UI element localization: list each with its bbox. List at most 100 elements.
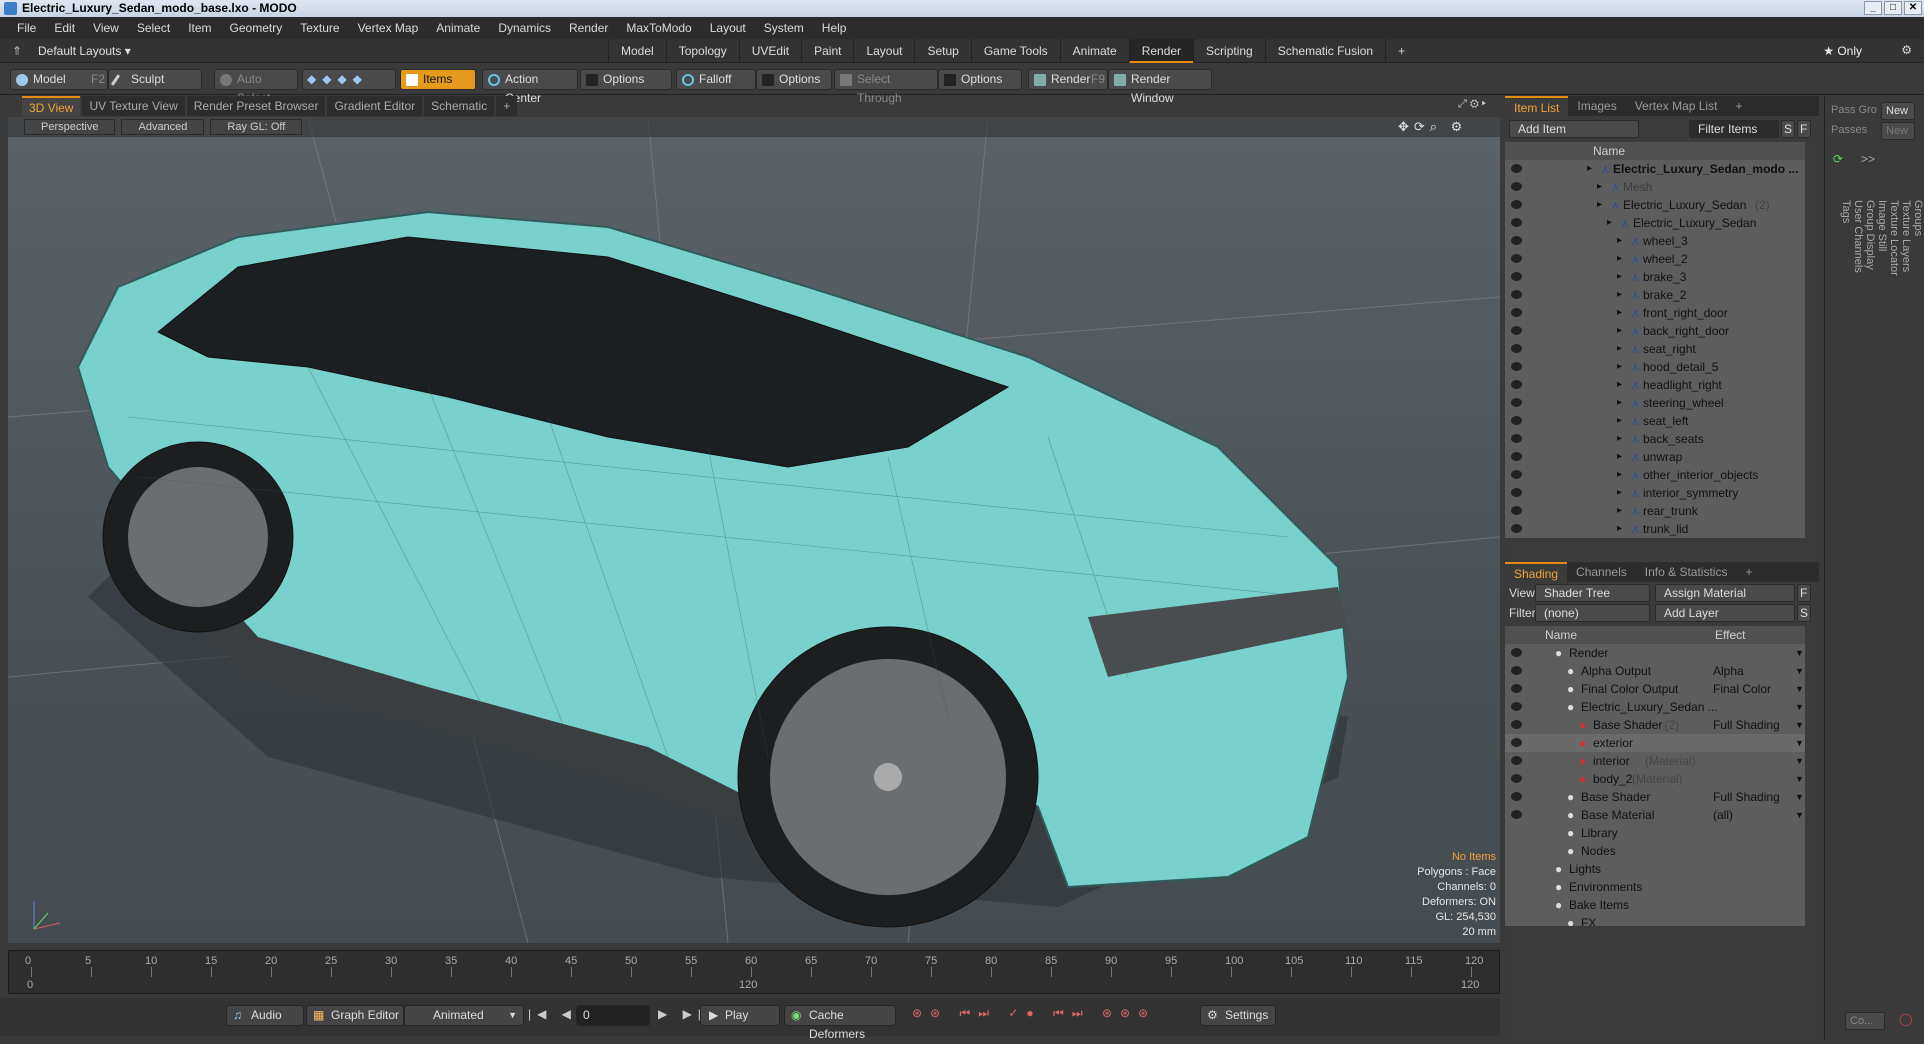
visibility-eye-icon[interactable] [1511,488,1522,497]
sculpt-mode-button[interactable]: Sculpt [108,69,202,90]
shader-tree-row[interactable]: ● Final Color Output Final Color ▼ [1505,680,1805,698]
visibility-eye-icon[interactable] [1511,774,1522,783]
visibility-eye-icon[interactable] [1511,416,1522,425]
key-tools-icons[interactable]: ⊛⊛ ⏮⏭ ✓● ⏮⏭ ⊛⊛⊛ [912,1006,1156,1021]
shader-tree-row[interactable]: ● FX [1505,914,1805,926]
view-dropdown[interactable]: Shader Tree [1535,584,1650,602]
visibility-eye-icon[interactable] [1511,792,1522,801]
item-list-row[interactable]: ▸ ⋏ brake_2 [1505,286,1805,304]
assign-f-button[interactable]: F [1797,584,1811,602]
gear-icon[interactable]: ⚙ [1901,43,1912,57]
visibility-eye-icon[interactable] [1511,380,1522,389]
audio-button[interactable]: ♫ Audio [226,1005,304,1026]
forward-icon[interactable]: >> [1861,152,1875,166]
visibility-eye-icon[interactable] [1511,434,1522,443]
expand-arrow-icon[interactable]: ▸ [1617,304,1622,322]
menu-system[interactable]: System [755,17,813,39]
play-button[interactable]: ▶ Play [700,1005,780,1026]
dropdown-arrow-icon[interactable]: ▼ [1795,662,1804,680]
menu-view[interactable]: View [84,17,128,39]
viewport-tab-gradient-editor[interactable]: Gradient Editor [327,96,423,116]
item-list-row[interactable]: ▸ ⋏ unwrap [1505,448,1805,466]
expand-arrow-icon[interactable]: ▸ [1617,250,1622,268]
visibility-eye-icon[interactable] [1511,164,1522,173]
dropdown-arrow-icon[interactable]: ▼ [1795,788,1804,806]
item-list-row[interactable]: ▸ ⋏ seat_left [1505,412,1805,430]
vertical-tab-tags[interactable]: Tags [1840,200,1852,686]
viewport-tab-uv-texture-view[interactable]: UV Texture View [82,96,185,116]
item-list-row[interactable]: ▸ ⋏ front_right_door [1505,304,1805,322]
visibility-eye-icon[interactable] [1511,218,1522,227]
tab-uvedit[interactable]: UVEdit [738,39,801,63]
filter-dropdown[interactable]: (none) [1535,604,1650,622]
3d-viewport[interactable] [8,117,1500,943]
shader-tree-row[interactable]: ● Base Shader Full Shading ▼ [1505,788,1805,806]
falloff-button[interactable]: Falloff [676,69,756,90]
tab-model[interactable]: Model [608,39,666,63]
shading-tab-channels[interactable]: Channels [1567,562,1636,582]
menu-item[interactable]: Item [179,17,220,39]
expand-arrow-icon[interactable]: ▸ [1597,178,1602,196]
model-mode-button[interactable]: Model F2 [10,69,108,90]
shader-tree-row[interactable]: ● interior (Material) ▼ [1505,752,1805,770]
tab-layout[interactable]: Layout [853,39,914,63]
cache-deformers-button[interactable]: ◉ Cache Deformers [784,1005,896,1041]
item-list-row[interactable]: ▸ ⋏ wheel_2 [1505,250,1805,268]
item-list-row[interactable]: ▸ ⋏ rear_trunk [1505,502,1805,520]
animated-dropdown[interactable]: Animated ▼ [404,1005,524,1026]
items-mode-button[interactable]: Items [400,69,476,90]
close-icon[interactable]: ✕ [1904,1,1922,15]
tab-setup[interactable]: Setup [914,39,970,63]
shading-tab-shading[interactable]: Shading [1505,562,1568,582]
menu-texture[interactable]: Texture [291,17,348,39]
tab-topology[interactable]: Topology [665,39,739,63]
item-tab-vertex-map-list[interactable]: Vertex Map List [1626,96,1727,116]
expand-arrow-icon[interactable]: ▸ [1617,322,1622,340]
selection-mode-group[interactable]: ◆◆◆◆ [302,69,396,90]
dropdown-arrow-icon[interactable]: ▼ [1795,680,1804,698]
shading-tab--[interactable]: + [1736,562,1761,582]
expand-arrow-icon[interactable]: ▸ [1617,520,1622,538]
expand-arrow-icon[interactable]: ▸ [1587,160,1592,178]
item-tab-images[interactable]: Images [1568,96,1625,116]
dropdown-arrow-icon[interactable]: ▼ [1795,698,1804,716]
visibility-eye-icon[interactable] [1511,398,1522,407]
shader-tree-row[interactable]: ● Render ▼ [1505,644,1805,662]
item-list-row[interactable]: ▸ ⋏ back_seats [1505,430,1805,448]
only-toggle[interactable]: ★ Only [1813,43,1872,59]
visibility-eye-icon[interactable] [1511,684,1522,693]
filter-s-button[interactable]: S [1781,120,1795,138]
menu-file[interactable]: File [8,17,45,39]
shader-tree-row[interactable]: ● Base Shader (2) Full Shading ▼ [1505,716,1805,734]
expand-arrow-icon[interactable]: ▸ [1617,430,1622,448]
expand-arrow-icon[interactable]: ▸ [1617,394,1622,412]
item-list-row[interactable]: ▸ ⋏ back_right_door [1505,322,1805,340]
vertical-tab-texture-layers[interactable]: Texture Layers [1900,200,1912,686]
dropdown-arrow-icon[interactable]: ▼ [1795,716,1804,734]
shader-tree-row[interactable]: ● Electric_Luxury_Sedan ... ▼ [1505,698,1805,716]
vertical-tab-image-still[interactable]: Image Still [1876,200,1888,686]
shader-effect[interactable]: Alpha [1713,662,1799,680]
auto-select-button[interactable]: Auto Select [214,69,298,105]
item-list-row[interactable]: ▸ ⋏ headlight_right [1505,376,1805,394]
shader-effect[interactable]: (all) [1713,806,1799,824]
menu-render[interactable]: Render [560,17,617,39]
viewport-tab-render-preset-browser[interactable]: Render Preset Browser [186,96,326,116]
new-pass-button[interactable]: New [1881,122,1915,140]
select-through-button[interactable]: Select Through [834,69,938,105]
expand-arrow-icon[interactable]: ▸ [1617,448,1622,466]
expand-arrow-icon[interactable]: ▸ [1617,358,1622,376]
item-list-row[interactable]: ▸ ⋏ steering_wheel [1505,394,1805,412]
expand-arrow-icon[interactable]: ▸ [1617,232,1622,250]
visibility-eye-icon[interactable] [1511,200,1522,209]
item-list-row[interactable]: ▸ ⋏ brake_3 [1505,268,1805,286]
visibility-eye-icon[interactable] [1511,756,1522,765]
shader-tree-row[interactable]: ● Base Material (all) ▼ [1505,806,1805,824]
expand-arrow-icon[interactable]: ▸ [1617,502,1622,520]
menu-animate[interactable]: Animate [427,17,489,39]
visibility-eye-icon[interactable] [1511,254,1522,263]
record-icon[interactable]: ◯ [1899,1012,1912,1026]
shader-effect[interactable]: Full Shading [1713,716,1799,734]
shader-tree-row[interactable]: ● Alpha Output Alpha ▼ [1505,662,1805,680]
tab-game-tools[interactable]: Game Tools [970,39,1060,63]
